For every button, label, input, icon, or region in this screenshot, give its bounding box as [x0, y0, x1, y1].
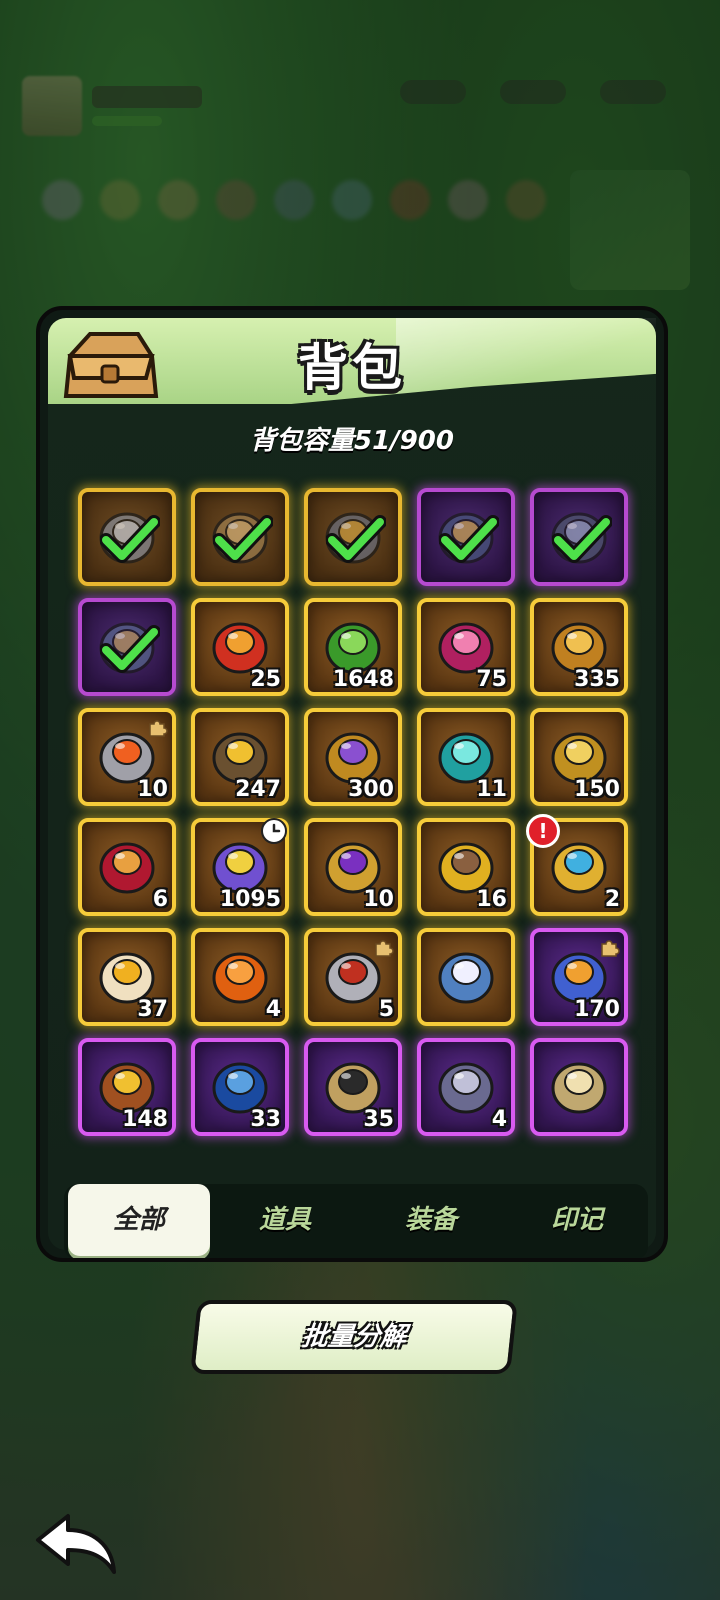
item-count: 37 [137, 997, 168, 1022]
item-slot[interactable]: 150 [530, 708, 628, 806]
item-count: 170 [574, 997, 620, 1022]
item-slot[interactable]: 75 [417, 598, 515, 696]
item-slot[interactable] [417, 488, 515, 586]
item-slot[interactable]: 247 [191, 708, 289, 806]
flower-icon [438, 952, 494, 1004]
item-slot[interactable] [78, 488, 176, 586]
clock-badge-icon [261, 818, 287, 844]
item-slot[interactable] [304, 488, 402, 586]
puzzle-badge-icon [601, 940, 620, 957]
item-count: 148 [122, 1107, 168, 1132]
equipped-check-icon [100, 515, 160, 563]
orange-heart-icon [212, 952, 268, 1004]
ruby-icon [99, 842, 155, 894]
item-slot[interactable]: 1648 [304, 598, 402, 696]
item-count: 4 [265, 997, 281, 1022]
item-slot[interactable] [530, 488, 628, 586]
item-count: 11 [476, 777, 507, 802]
back-arrow-icon[interactable] [30, 1510, 120, 1580]
item-count: 2 [604, 887, 620, 912]
item-count: 25 [250, 667, 281, 692]
item-slot[interactable]: ! 2 [526, 814, 628, 916]
puzzle-badge-icon [375, 940, 394, 957]
item-count: 4 [491, 1107, 507, 1132]
item-count: 35 [363, 1107, 394, 1132]
item-slot[interactable]: 6 [78, 818, 176, 916]
item-slot[interactable]: 10 [304, 818, 402, 916]
panel-title: 背包 [298, 339, 406, 397]
item-slot[interactable]: 148 [78, 1038, 176, 1136]
item-count: 6 [152, 887, 168, 912]
item-count: 247 [235, 777, 281, 802]
item-slot[interactable] [530, 1038, 628, 1136]
tab-marks[interactable]: 印记 [506, 1184, 648, 1256]
batch-decompose-button[interactable]: 批量分解 [190, 1300, 518, 1374]
item-slot[interactable]: 170 [530, 928, 628, 1026]
item-count: 335 [574, 667, 620, 692]
item-count: 10 [137, 777, 168, 802]
item-count: 10 [363, 887, 394, 912]
item-slot[interactable]: 335 [530, 598, 628, 696]
item-count: 1648 [332, 667, 394, 692]
item-count: 75 [476, 667, 507, 692]
item-count: 5 [378, 997, 394, 1022]
item-count: 16 [476, 887, 507, 912]
item-slot[interactable]: 35 [304, 1038, 402, 1136]
equipped-check-icon [213, 515, 273, 563]
item-slot[interactable]: 4 [191, 928, 289, 1026]
item-slot[interactable]: 5 [304, 928, 402, 1026]
item-slot[interactable] [417, 928, 515, 1026]
item-slot[interactable]: 300 [304, 708, 402, 806]
equipped-check-icon [552, 515, 612, 563]
category-tabs: 全部 道具 装备 印记 [64, 1184, 648, 1258]
item-slot[interactable]: 1095 [191, 818, 289, 916]
tab-equipment[interactable]: 装备 [360, 1184, 502, 1256]
item-slot[interactable] [78, 598, 176, 696]
stone-icon [551, 1062, 607, 1114]
panel-body: 背包 背包容量51/900 25 1648 75 335 10 247 300 11 150 6 1… [48, 318, 656, 1258]
item-count: 300 [348, 777, 394, 802]
item-slot[interactable]: 37 [78, 928, 176, 1026]
item-slot[interactable]: 11 [417, 708, 515, 806]
item-slot[interactable] [191, 488, 289, 586]
tab-all[interactable]: 全部 [68, 1184, 210, 1256]
equipped-check-icon [326, 515, 386, 563]
item-slot[interactable]: 16 [417, 818, 515, 916]
tab-props[interactable]: 道具 [214, 1184, 356, 1256]
alert-badge-icon: ! [526, 814, 560, 848]
ingot-icon [438, 1062, 494, 1114]
item-count: 150 [574, 777, 620, 802]
item-slot[interactable]: 4 [417, 1038, 515, 1136]
equipped-check-icon [100, 625, 160, 673]
backpack-capacity: 背包容量51/900 [250, 426, 454, 456]
item-slot[interactable]: 25 [191, 598, 289, 696]
item-count: 1095 [219, 887, 281, 912]
item-slot[interactable]: 10 [78, 708, 176, 806]
puzzle-badge-icon [149, 720, 168, 737]
item-grid: 25 1648 75 335 10 247 300 11 150 6 1095 10 16! 2 37 4 5 1… [78, 488, 638, 1136]
backpack-panel: 背包 背包容量51/900 25 1648 75 335 10 247 300 11 150 6 1… [36, 306, 668, 1262]
equipped-check-icon [439, 515, 499, 563]
item-slot[interactable]: 33 [191, 1038, 289, 1136]
item-count: 33 [250, 1107, 281, 1132]
